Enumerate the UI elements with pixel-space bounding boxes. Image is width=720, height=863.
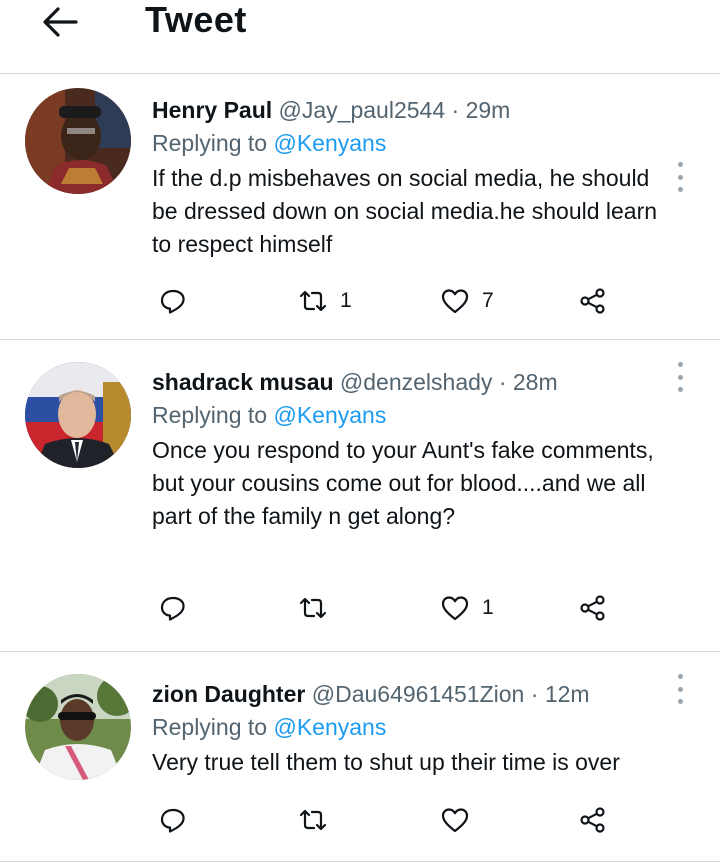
author-name[interactable]: Henry Paul — [152, 97, 272, 123]
share-button[interactable] — [578, 800, 608, 840]
more-dot — [677, 686, 683, 692]
retweet-icon — [299, 290, 327, 312]
like-count: 7 — [482, 289, 494, 312]
reply-bubble-icon — [160, 808, 185, 833]
share-button[interactable] — [578, 588, 608, 628]
tweet-text: Once you respond to your Aunt's fake com… — [152, 437, 654, 529]
tweet-time[interactable]: 29m — [466, 97, 511, 123]
page-title: Tweet — [145, 0, 247, 40]
share-icon — [580, 595, 605, 621]
retweet-button[interactable] — [298, 588, 340, 628]
author-name[interactable]: zion Daughter — [152, 681, 305, 707]
reply-bubble-icon — [160, 596, 185, 621]
more-dot — [677, 374, 683, 380]
retweet-button[interactable] — [298, 800, 328, 840]
author-handle[interactable]: @denzelshady — [340, 369, 493, 395]
tweet-body: zion Daughter @Dau64961451Zion · 12m Rep… — [152, 678, 660, 779]
replying-to-link[interactable]: @Kenyans — [273, 714, 386, 740]
separator-dot: · — [530, 681, 539, 707]
more-options-button[interactable] — [670, 674, 690, 704]
replying-to: Replying to @Kenyans — [152, 710, 660, 744]
tweet-reply[interactable]: shadrack musau @denzelshady · 28m Replyi… — [0, 340, 720, 652]
tweet-time[interactable]: 28m — [513, 369, 558, 395]
tweet-reply[interactable]: Henry Paul @Jay_paul2544 · 29m Replying … — [0, 74, 720, 340]
reply-button[interactable] — [158, 800, 188, 840]
more-vertical-icon — [677, 362, 683, 367]
replying-to-label: Replying to — [152, 402, 268, 428]
replying-to-link[interactable]: @Kenyans — [273, 402, 386, 428]
more-dot — [677, 187, 683, 192]
more-vertical-icon — [677, 674, 683, 679]
more-dot — [677, 387, 683, 392]
tweet-header: zion Daughter @Dau64961451Zion · 12m — [152, 678, 660, 710]
top-bar: Tweet — [0, 0, 720, 74]
more-dot — [677, 174, 683, 180]
separator-dot: · — [451, 97, 460, 123]
tweet-reply[interactable]: zion Daughter @Dau64961451Zion · 12m Rep… — [0, 652, 720, 862]
replying-to-label: Replying to — [152, 130, 268, 156]
more-options-button[interactable] — [670, 362, 690, 392]
replying-to: Replying to @Kenyans — [152, 126, 660, 160]
reply-button[interactable] — [158, 588, 188, 628]
replying-to-label: Replying to — [152, 714, 268, 740]
author-handle[interactable]: @Dau64961451Zion — [312, 681, 525, 707]
author-name[interactable]: shadrack musau — [152, 369, 334, 395]
like-button[interactable]: 1 — [440, 588, 494, 628]
tweet-header: shadrack musau @denzelshady · 28m — [152, 366, 660, 398]
more-options-button[interactable] — [670, 162, 690, 192]
share-button[interactable] — [578, 281, 608, 321]
tweet-body: shadrack musau @denzelshady · 28m Replyi… — [152, 366, 660, 533]
retweet-icon — [299, 597, 327, 619]
avatar[interactable] — [25, 88, 131, 194]
avatar[interactable] — [25, 674, 131, 780]
tweet-time[interactable]: 12m — [545, 681, 590, 707]
share-icon — [580, 807, 605, 833]
tweet-body: Henry Paul @Jay_paul2544 · 29m Replying … — [152, 94, 660, 261]
reply-button[interactable] — [158, 281, 188, 321]
replying-to: Replying to @Kenyans — [152, 398, 660, 432]
tweet-actions — [152, 800, 632, 840]
reply-bubble-icon — [160, 289, 185, 314]
tweet-header: Henry Paul @Jay_paul2544 · 29m — [152, 94, 660, 126]
separator-dot: · — [498, 369, 507, 395]
back-button[interactable] — [38, 2, 82, 42]
tweet-text: Very true tell them to shut up their tim… — [152, 749, 620, 775]
heart-icon — [441, 289, 469, 314]
tweet-actions: 1 — [152, 588, 632, 628]
arrow-left-icon — [43, 7, 78, 37]
more-dot — [677, 699, 683, 704]
heart-icon — [441, 596, 469, 621]
retweet-button[interactable]: 1 — [298, 281, 352, 321]
tweet-actions: 1 7 — [152, 281, 632, 321]
replying-to-link[interactable]: @Kenyans — [273, 130, 386, 156]
tweet-text: If the d.p misbehaves on social media, h… — [152, 165, 658, 257]
retweet-icon — [299, 809, 327, 831]
share-icon — [580, 288, 605, 314]
like-button[interactable]: 7 — [440, 281, 494, 321]
heart-icon — [441, 808, 469, 833]
retweet-count: 1 — [340, 289, 352, 312]
more-vertical-icon — [677, 162, 683, 167]
author-handle[interactable]: @Jay_paul2544 — [279, 97, 446, 123]
like-button[interactable] — [440, 800, 470, 840]
avatar[interactable] — [25, 362, 131, 468]
like-count: 1 — [482, 596, 494, 619]
